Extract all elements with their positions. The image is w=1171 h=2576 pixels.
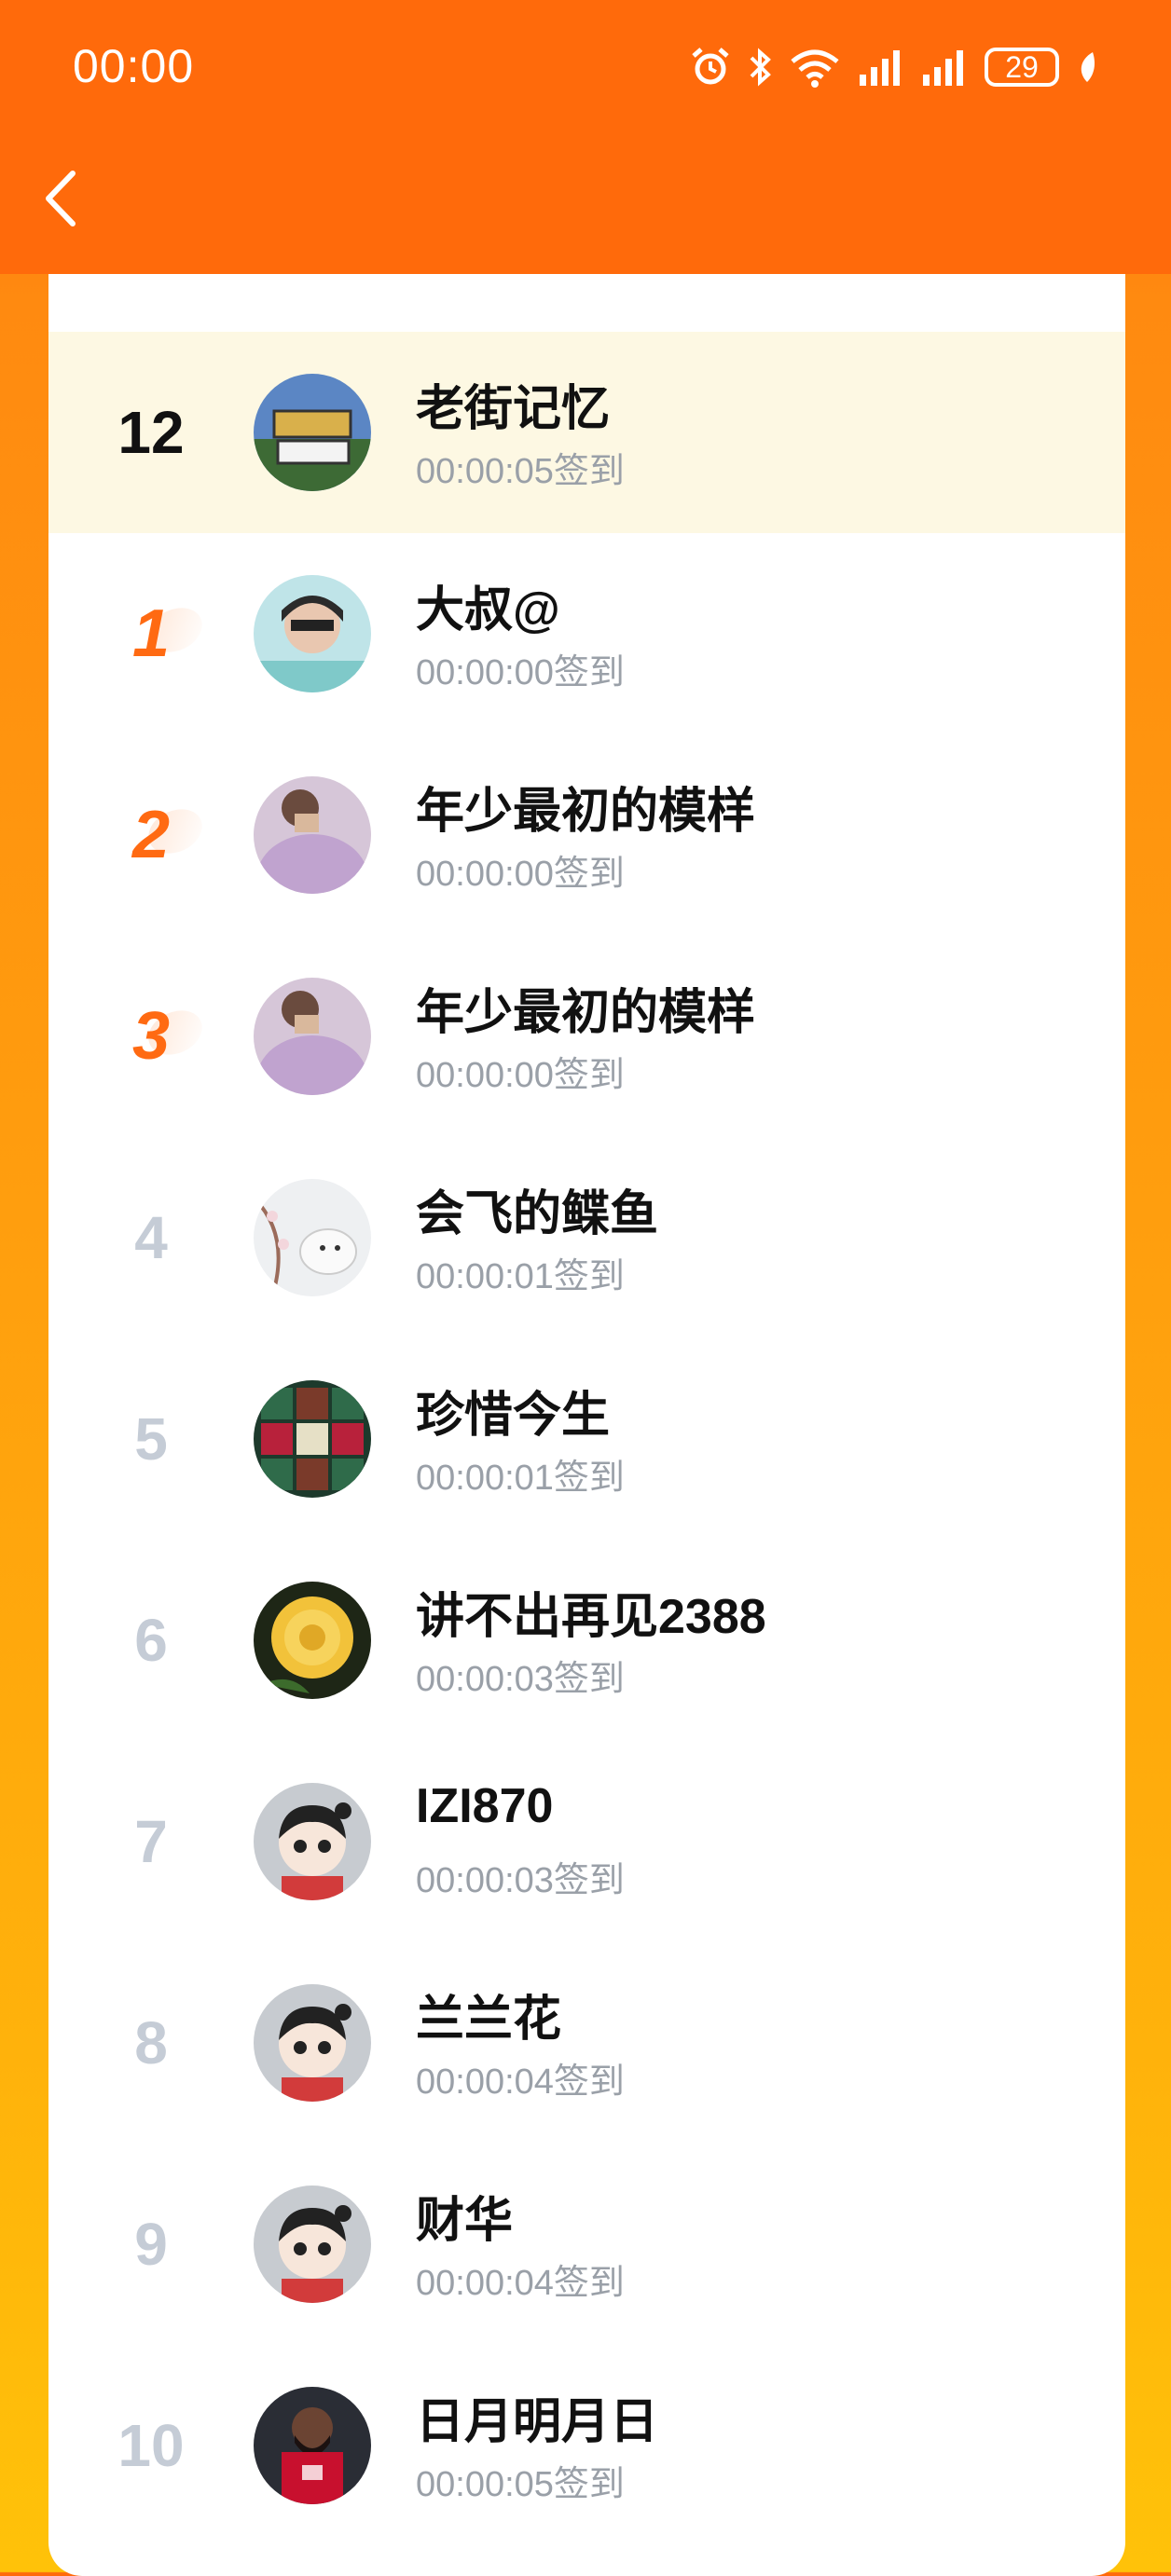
- user-name: 兰兰花: [416, 1993, 562, 2047]
- rank-number: 2: [86, 734, 216, 936]
- rank-number: 3: [86, 936, 216, 1137]
- sign-in-time: 00:00:05签到: [416, 2465, 625, 2504]
- list-item[interactable]: 3 年少最初的模样 00:00:00签到: [48, 936, 1125, 1137]
- alarm-icon: [692, 48, 729, 85]
- list-item[interactable]: 6 讲不出再见2388 00:00:03签到: [48, 1540, 1125, 1741]
- list-item[interactable]: 8 兰兰花 00:00:04签到: [48, 1942, 1125, 2144]
- sign-in-time: 00:00:05签到: [416, 452, 625, 491]
- sign-in-time: 00:00:00签到: [416, 855, 625, 894]
- rank-number: 4: [134, 1204, 168, 1271]
- user-name: 大叔@: [416, 583, 560, 637]
- avatar: [254, 1380, 371, 1498]
- list-item[interactable]: 9 财华 00:00:04签到: [48, 2144, 1125, 2345]
- rank-number: 10: [117, 2412, 185, 2479]
- avatar: [254, 1783, 371, 1900]
- user-name: 日月明月日: [416, 2395, 659, 2449]
- user-name: 会飞的鲽鱼: [416, 1187, 659, 1241]
- ranking-card: 12 老街记忆 00:00:05签到 1 大叔@ 00:00:00签到 2 年少…: [48, 274, 1125, 2576]
- status-icons: 29: [690, 41, 1098, 93]
- header-bar: 00:00 29: [0, 0, 1171, 274]
- my-rank-row[interactable]: 12 老街记忆 00:00:05签到: [48, 332, 1125, 533]
- sign-in-time: 00:00:03签到: [416, 1660, 625, 1699]
- sign-in-time: 00:00:01签到: [416, 1257, 625, 1296]
- rank-number: 6: [134, 1607, 168, 1674]
- list-item[interactable]: 1 大叔@ 00:00:00签到: [48, 533, 1125, 734]
- avatar: [254, 1984, 371, 2102]
- status-time: 00:00: [73, 40, 195, 92]
- sign-in-time: 00:00:00签到: [416, 1056, 625, 1095]
- user-name: 老街记忆: [416, 382, 611, 436]
- avatar: [254, 2387, 371, 2504]
- rank-number: 5: [134, 1405, 168, 1473]
- list-item[interactable]: 7 IZI870 00:00:03签到: [48, 1741, 1125, 1942]
- bluetooth-icon: [750, 48, 771, 87]
- wifi-icon: [791, 49, 839, 88]
- user-name: 年少最初的模样: [416, 785, 756, 839]
- rank-number: 7: [134, 1808, 168, 1875]
- sign-in-time: 00:00:03签到: [416, 1861, 625, 1900]
- user-name: IZI870: [416, 1779, 554, 1833]
- rank-number: 8: [134, 2009, 168, 2076]
- rank-number: 12: [117, 399, 185, 466]
- avatar: [254, 776, 371, 894]
- signal-icon: [923, 50, 963, 86]
- sign-in-time: 00:00:00签到: [416, 653, 625, 692]
- rank-number: 9: [134, 2211, 168, 2278]
- rank-number: 1: [86, 533, 216, 734]
- sign-in-time: 00:00:04签到: [416, 2264, 625, 2303]
- user-name: 年少最初的模样: [416, 986, 756, 1040]
- user-name: 珍惜今生: [416, 1389, 611, 1443]
- list-item[interactable]: 10 日月明月日 00:00:05签到: [48, 2345, 1125, 2546]
- list-item[interactable]: 5 珍惜今生 00:00:01签到: [48, 1338, 1125, 1540]
- chevron-left-icon[interactable]: [41, 166, 82, 231]
- sign-in-time: 00:00:01签到: [416, 1459, 625, 1498]
- signal-icon: [860, 50, 900, 86]
- user-name: 讲不出再见2388: [416, 1590, 766, 1644]
- user-name: 财华: [416, 2194, 514, 2248]
- avatar: [254, 978, 371, 1095]
- list-item[interactable]: 2 年少最初的模样 00:00:00签到: [48, 734, 1125, 936]
- list-item[interactable]: 4 会飞的鲽鱼 00:00:01签到: [48, 1137, 1125, 1338]
- leaf-icon: [1081, 52, 1095, 82]
- avatar: [254, 1179, 371, 1296]
- sign-in-time: 00:00:04签到: [416, 2062, 625, 2102]
- battery-icon: 29: [985, 48, 1059, 87]
- avatar: [254, 2185, 371, 2303]
- avatar: [254, 575, 371, 692]
- avatar: [254, 374, 371, 491]
- avatar: [254, 1582, 371, 1699]
